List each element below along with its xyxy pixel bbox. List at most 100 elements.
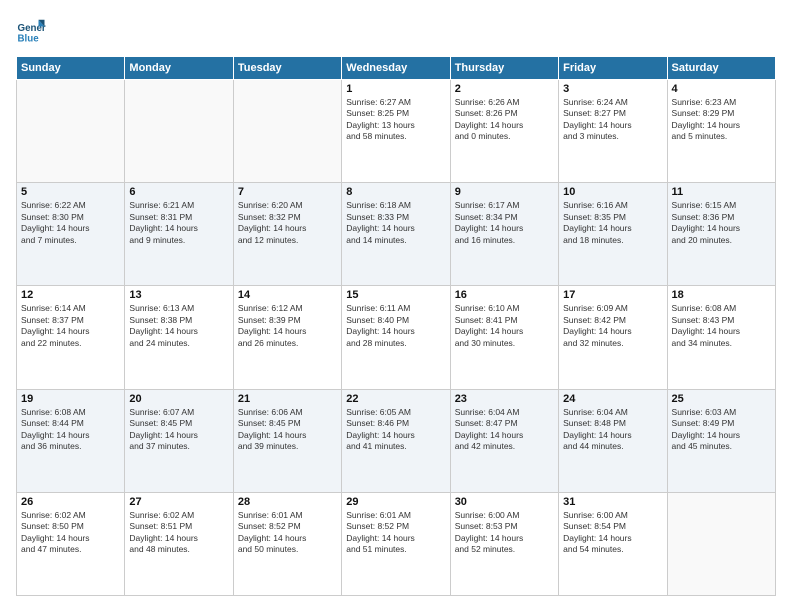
calendar-cell: 22 Sunrise: 6:05 AMSunset: 8:46 PMDayligh… xyxy=(342,389,450,492)
cell-content: Sunrise: 6:06 AMSunset: 8:45 PMDaylight:… xyxy=(238,407,337,453)
calendar-cell: 4Sunrise: 6:23 AMSunset: 8:29 PMDaylight… xyxy=(667,80,775,183)
day-number: 13 xyxy=(129,289,228,301)
calendar-cell: 24 Sunrise: 6:04 AMSunset: 8:48 PMDayligh… xyxy=(559,389,667,492)
calendar-cell: 31 Sunrise: 6:00 AMSunset: 8:54 PMDayligh… xyxy=(559,492,667,595)
day-header-monday: Monday xyxy=(125,57,233,80)
cell-content: Sunrise: 6:07 AMSunset: 8:45 PMDaylight:… xyxy=(129,407,228,453)
calendar-cell: 19 Sunrise: 6:08 AMSunset: 8:44 PMDayligh… xyxy=(17,389,125,492)
calendar-cell: 9Sunrise: 6:17 AMSunset: 8:34 PMDaylight… xyxy=(450,183,558,286)
day-number: 27 xyxy=(129,496,228,508)
day-header-sunday: Sunday xyxy=(17,57,125,80)
calendar-cell: 29 Sunrise: 6:01 AMSunset: 8:52 PMDayligh… xyxy=(342,492,450,595)
cell-content: Sunrise: 6:13 AMSunset: 8:38 PMDaylight:… xyxy=(129,303,228,349)
calendar-cell: 7 Sunrise: 6:20 AMSunset: 8:32 PMDaylight… xyxy=(233,183,341,286)
cell-content: Sunrise: 6:20 AMSunset: 8:32 PMDaylight:… xyxy=(238,200,337,246)
calendar-week-4: 26 Sunrise: 6:02 AMSunset: 8:50 PMDayligh… xyxy=(17,492,776,595)
cell-content: Sunrise: 6:08 AMSunset: 8:44 PMDaylight:… xyxy=(21,407,120,453)
day-number: 29 xyxy=(346,496,445,508)
calendar-week-1: 5 Sunrise: 6:22 AMSunset: 8:30 PMDaylight… xyxy=(17,183,776,286)
day-number: 31 xyxy=(563,496,662,508)
cell-content: Sunrise: 6:04 AMSunset: 8:48 PMDaylight:… xyxy=(563,407,662,453)
calendar-cell: 17 Sunrise: 6:09 AMSunset: 8:42 PMDayligh… xyxy=(559,286,667,389)
cell-content: Sunrise: 6:02 AMSunset: 8:51 PMDaylight:… xyxy=(129,510,228,556)
day-header-tuesday: Tuesday xyxy=(233,57,341,80)
cell-content: Sunrise: 6:01 AMSunset: 8:52 PMDaylight:… xyxy=(238,510,337,556)
day-header-saturday: Saturday xyxy=(667,57,775,80)
day-header-thursday: Thursday xyxy=(450,57,558,80)
day-number: 7 xyxy=(238,186,337,198)
calendar-cell: 5 Sunrise: 6:22 AMSunset: 8:30 PMDaylight… xyxy=(17,183,125,286)
calendar-week-2: 12 Sunrise: 6:14 AMSunset: 8:37 PMDayligh… xyxy=(17,286,776,389)
day-number: 15 xyxy=(346,289,445,301)
day-number: 12 xyxy=(21,289,120,301)
day-number: 2 xyxy=(455,83,554,95)
cell-content: Sunrise: 6:11 AMSunset: 8:40 PMDaylight:… xyxy=(346,303,445,349)
cell-content: Sunrise: 6:22 AMSunset: 8:30 PMDaylight:… xyxy=(21,200,120,246)
logo: General Blue xyxy=(16,16,48,46)
calendar-cell xyxy=(17,80,125,183)
calendar-week-3: 19 Sunrise: 6:08 AMSunset: 8:44 PMDayligh… xyxy=(17,389,776,492)
day-number: 8 xyxy=(346,186,445,198)
calendar-cell: 12 Sunrise: 6:14 AMSunset: 8:37 PMDayligh… xyxy=(17,286,125,389)
calendar-cell: 10Sunrise: 6:16 AMSunset: 8:35 PMDayligh… xyxy=(559,183,667,286)
cell-content: Sunrise: 6:00 AMSunset: 8:54 PMDaylight:… xyxy=(563,510,662,556)
day-number: 20 xyxy=(129,393,228,405)
cell-content: Sunrise: 6:03 AMSunset: 8:49 PMDaylight:… xyxy=(672,407,771,453)
calendar-cell: 8 Sunrise: 6:18 AMSunset: 8:33 PMDaylight… xyxy=(342,183,450,286)
cell-content: Sunrise: 6:26 AMSunset: 8:26 PMDaylight:… xyxy=(455,97,554,143)
day-number: 19 xyxy=(21,393,120,405)
calendar-cell: 30Sunrise: 6:00 AMSunset: 8:53 PMDayligh… xyxy=(450,492,558,595)
day-number: 11 xyxy=(672,186,771,198)
cell-content: Sunrise: 6:21 AMSunset: 8:31 PMDaylight:… xyxy=(129,200,228,246)
svg-text:Blue: Blue xyxy=(18,34,40,45)
cell-content: Sunrise: 6:23 AMSunset: 8:29 PMDaylight:… xyxy=(672,97,771,143)
day-number: 26 xyxy=(21,496,120,508)
calendar-cell: 1 Sunrise: 6:27 AMSunset: 8:25 PMDaylight… xyxy=(342,80,450,183)
day-number: 6 xyxy=(129,186,228,198)
cell-content: Sunrise: 6:18 AMSunset: 8:33 PMDaylight:… xyxy=(346,200,445,246)
cell-content: Sunrise: 6:09 AMSunset: 8:42 PMDaylight:… xyxy=(563,303,662,349)
day-number: 18 xyxy=(672,289,771,301)
calendar-cell: 20 Sunrise: 6:07 AMSunset: 8:45 PMDayligh… xyxy=(125,389,233,492)
cell-content: Sunrise: 6:15 AMSunset: 8:36 PMDaylight:… xyxy=(672,200,771,246)
day-number: 25 xyxy=(672,393,771,405)
cell-content: Sunrise: 6:24 AMSunset: 8:27 PMDaylight:… xyxy=(563,97,662,143)
day-number: 16 xyxy=(455,289,554,301)
day-number: 21 xyxy=(238,393,337,405)
day-number: 5 xyxy=(21,186,120,198)
calendar-cell: 13 Sunrise: 6:13 AMSunset: 8:38 PMDayligh… xyxy=(125,286,233,389)
calendar-cell: 25 Sunrise: 6:03 AMSunset: 8:49 PMDayligh… xyxy=(667,389,775,492)
calendar-cell: 27 Sunrise: 6:02 AMSunset: 8:51 PMDayligh… xyxy=(125,492,233,595)
cell-content: Sunrise: 6:08 AMSunset: 8:43 PMDaylight:… xyxy=(672,303,771,349)
calendar-cell: 6 Sunrise: 6:21 AMSunset: 8:31 PMDaylight… xyxy=(125,183,233,286)
day-number: 9 xyxy=(455,186,554,198)
day-number: 10 xyxy=(563,186,662,198)
calendar-cell: 28 Sunrise: 6:01 AMSunset: 8:52 PMDayligh… xyxy=(233,492,341,595)
day-number: 28 xyxy=(238,496,337,508)
day-number: 24 xyxy=(563,393,662,405)
day-number: 3 xyxy=(563,83,662,95)
cell-content: Sunrise: 6:12 AMSunset: 8:39 PMDaylight:… xyxy=(238,303,337,349)
cell-content: Sunrise: 6:05 AMSunset: 8:46 PMDaylight:… xyxy=(346,407,445,453)
calendar-cell xyxy=(233,80,341,183)
header: General Blue xyxy=(16,16,776,46)
calendar-cell: 26 Sunrise: 6:02 AMSunset: 8:50 PMDayligh… xyxy=(17,492,125,595)
cell-content: Sunrise: 6:01 AMSunset: 8:52 PMDaylight:… xyxy=(346,510,445,556)
cell-content: Sunrise: 6:14 AMSunset: 8:37 PMDaylight:… xyxy=(21,303,120,349)
calendar-cell: 18 Sunrise: 6:08 AMSunset: 8:43 PMDayligh… xyxy=(667,286,775,389)
page: General Blue SundayMondayTuesdayWednesda… xyxy=(0,0,792,612)
calendar-cell: 15 Sunrise: 6:11 AMSunset: 8:40 PMDayligh… xyxy=(342,286,450,389)
calendar-cell: 2 Sunrise: 6:26 AMSunset: 8:26 PMDaylight… xyxy=(450,80,558,183)
cell-content: Sunrise: 6:02 AMSunset: 8:50 PMDaylight:… xyxy=(21,510,120,556)
calendar-table: SundayMondayTuesdayWednesdayThursdayFrid… xyxy=(16,56,776,596)
calendar-week-0: 1 Sunrise: 6:27 AMSunset: 8:25 PMDaylight… xyxy=(17,80,776,183)
day-header-wednesday: Wednesday xyxy=(342,57,450,80)
cell-content: Sunrise: 6:27 AMSunset: 8:25 PMDaylight:… xyxy=(346,97,445,143)
day-number: 1 xyxy=(346,83,445,95)
day-number: 22 xyxy=(346,393,445,405)
day-number: 17 xyxy=(563,289,662,301)
calendar-header-row: SundayMondayTuesdayWednesdayThursdayFrid… xyxy=(17,57,776,80)
day-number: 30 xyxy=(455,496,554,508)
calendar-cell: 23Sunrise: 6:04 AMSunset: 8:47 PMDayligh… xyxy=(450,389,558,492)
cell-content: Sunrise: 6:10 AMSunset: 8:41 PMDaylight:… xyxy=(455,303,554,349)
